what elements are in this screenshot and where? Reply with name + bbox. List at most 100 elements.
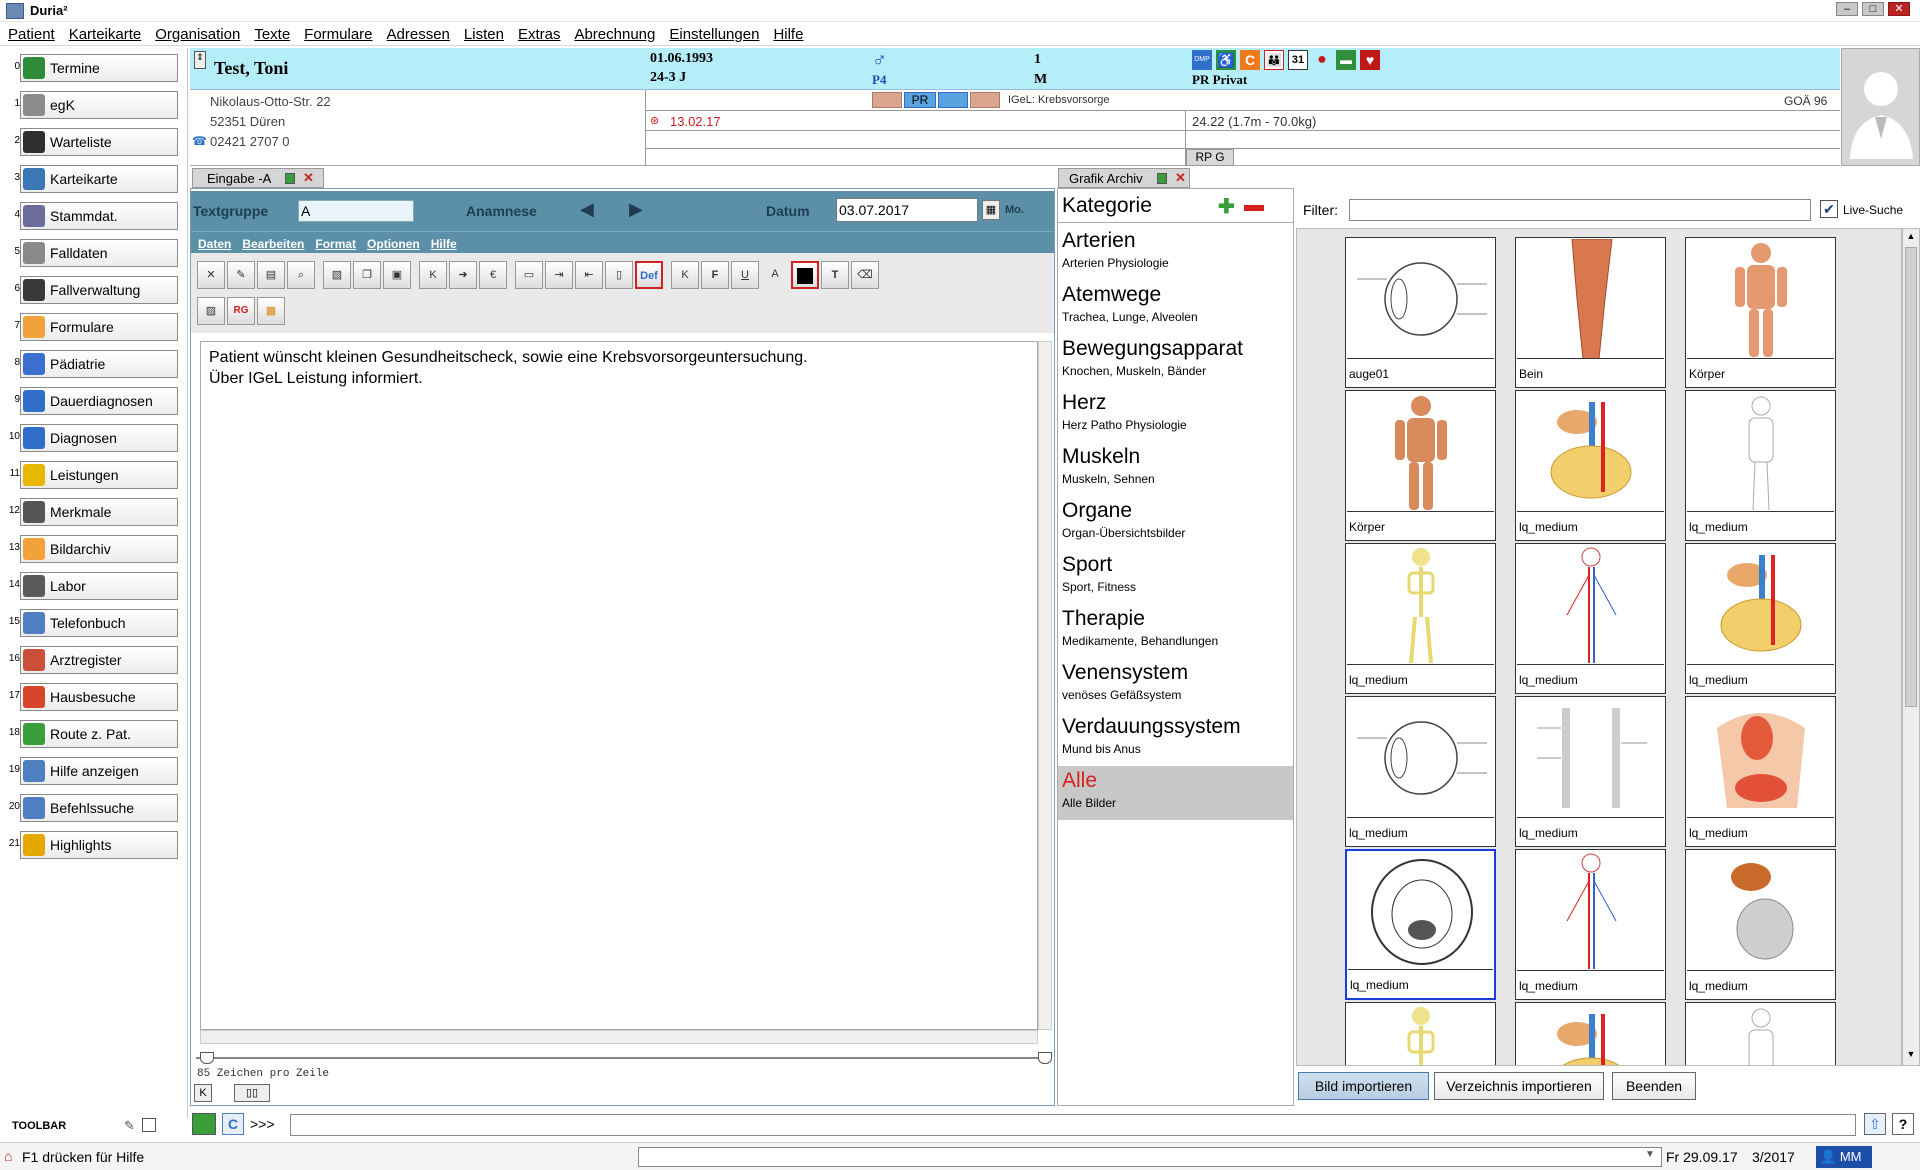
nav-button-18[interactable]: Route z. Pat. bbox=[20, 720, 178, 748]
thumbnail[interactable]: lq_medium bbox=[1685, 390, 1836, 541]
tab-eingabe[interactable]: Eingabe -A ✕ bbox=[192, 168, 324, 188]
text-t-button[interactable]: T bbox=[821, 261, 849, 289]
insert-icon[interactable]: ▤ bbox=[257, 261, 285, 289]
editor-horizontal-scrollbar[interactable] bbox=[200, 1030, 1038, 1044]
nav-button-21[interactable]: Highlights bbox=[20, 831, 178, 859]
scroll-up-icon[interactable]: ▲ bbox=[1905, 231, 1917, 243]
nav-button-3[interactable]: Karteikarte bbox=[20, 165, 178, 193]
bold-k-button[interactable]: K bbox=[671, 261, 699, 289]
underline-u-button[interactable]: U bbox=[731, 261, 759, 289]
textgruppe-input[interactable]: A bbox=[298, 200, 414, 222]
ruler-right-handle[interactable] bbox=[1038, 1052, 1052, 1064]
tab-blue-empty[interactable] bbox=[938, 92, 968, 108]
euro-icon[interactable]: € bbox=[479, 261, 507, 289]
nav-button-8[interactable]: Pädiatrie bbox=[20, 350, 178, 378]
search-doc-icon[interactable]: ⌕ bbox=[287, 261, 315, 289]
k-small-button[interactable]: K bbox=[194, 1084, 212, 1102]
category-item[interactable]: Venensystem venöses Gefäßsystem bbox=[1058, 658, 1293, 712]
thumbnail-scrollbar[interactable]: ▲ ▼ bbox=[1902, 228, 1920, 1066]
k-arrow-icon[interactable]: K bbox=[419, 261, 447, 289]
doc-new-icon[interactable]: ▭ bbox=[515, 261, 543, 289]
copy-icon[interactable]: ❐ bbox=[353, 261, 381, 289]
tab-red-empty[interactable] bbox=[872, 92, 902, 108]
tab-brown-empty[interactable] bbox=[970, 92, 1000, 108]
verzeichnis-importieren-button[interactable]: Verzeichnis importieren bbox=[1434, 1072, 1604, 1100]
menu-einstellungen[interactable]: Einstellungen bbox=[669, 26, 759, 43]
thumbnail[interactable]: lq_medium bbox=[1345, 696, 1496, 847]
category-item[interactable]: Alle Alle Bilder bbox=[1058, 766, 1293, 820]
thumbnail[interactable]: Körper bbox=[1345, 390, 1496, 541]
nav-button-4[interactable]: Stammdat. bbox=[20, 202, 178, 230]
columns-button[interactable]: ▯▯ bbox=[234, 1084, 270, 1102]
menu-adressen[interactable]: Adressen bbox=[387, 26, 450, 43]
thumbnail[interactable]: lq_medium bbox=[1515, 390, 1666, 541]
nav-button-2[interactable]: Warteliste bbox=[20, 128, 178, 156]
thumbnail[interactable]: lq_medium bbox=[1685, 543, 1836, 694]
thumbnail[interactable]: auge01 bbox=[1345, 237, 1496, 388]
rg-button[interactable]: RG bbox=[227, 297, 255, 325]
prev-arrow-icon[interactable]: ◀ bbox=[580, 199, 594, 220]
color-black-button[interactable] bbox=[791, 261, 819, 289]
thumbnail[interactable] bbox=[1345, 1002, 1496, 1065]
paste-icon[interactable]: ▣ bbox=[383, 261, 411, 289]
bold-f-button[interactable]: F bbox=[701, 261, 729, 289]
add-category-icon[interactable]: ✚ bbox=[1218, 194, 1235, 219]
tab-close-icon[interactable]: ✕ bbox=[303, 170, 314, 186]
category-item[interactable]: Sport Sport, Fitness bbox=[1058, 550, 1293, 604]
bed-icon[interactable]: ▬ bbox=[1336, 50, 1356, 70]
thumbnail[interactable]: Bein bbox=[1515, 237, 1666, 388]
menu-texte[interactable]: Texte bbox=[254, 26, 290, 43]
editor-menu-bearbeiten[interactable]: Bearbeiten bbox=[242, 237, 304, 251]
status-combo-arrow-icon[interactable]: ▼ bbox=[1645, 1149, 1655, 1160]
c-badge-icon[interactable]: C bbox=[1240, 50, 1260, 70]
datum-input[interactable]: 03.07.2017 bbox=[836, 198, 978, 222]
next-arrow-icon[interactable]: ▶ bbox=[629, 199, 643, 220]
menu-organisation[interactable]: Organisation bbox=[155, 26, 240, 43]
command-input[interactable] bbox=[290, 1114, 1856, 1136]
nav-button-12[interactable]: Merkmale bbox=[20, 498, 178, 526]
doc-export-icon[interactable]: ⇤ bbox=[575, 261, 603, 289]
wrench-icon[interactable]: ✎ bbox=[124, 1118, 135, 1134]
close-window-button[interactable]: ✕ bbox=[1888, 2, 1910, 16]
menu-abrechnung[interactable]: Abrechnung bbox=[574, 26, 655, 43]
nav-button-14[interactable]: Labor bbox=[20, 572, 178, 600]
status-combo[interactable] bbox=[638, 1147, 1662, 1167]
thumbnail[interactable]: lq_medium bbox=[1345, 543, 1496, 694]
font-a-button[interactable]: A bbox=[761, 261, 789, 289]
nav-button-0[interactable]: Termine bbox=[20, 54, 178, 82]
scroll-down-icon[interactable]: ▼ bbox=[1905, 1049, 1917, 1061]
thumbnail[interactable]: lq_medium bbox=[1515, 849, 1666, 1000]
category-item[interactable]: Atemwege Trachea, Lunge, Alveolen bbox=[1058, 280, 1293, 334]
editor-vertical-scrollbar[interactable] bbox=[1038, 341, 1052, 1030]
nav-button-10[interactable]: Diagnosen bbox=[20, 424, 178, 452]
toolbar-toggle-checkbox[interactable] bbox=[142, 1118, 156, 1132]
thumbnail[interactable]: Körper bbox=[1685, 237, 1836, 388]
category-item[interactable]: Organe Organ-Übersichtsbilder bbox=[1058, 496, 1293, 550]
nav-button-7[interactable]: Formulare bbox=[20, 313, 178, 341]
upload-icon[interactable]: ⇧ bbox=[1864, 1113, 1886, 1135]
refresh-icon[interactable]: C bbox=[222, 1113, 244, 1135]
tab-grafik-archiv[interactable]: Grafik Archiv ✕ bbox=[1058, 168, 1190, 188]
editor-menu-hilfe[interactable]: Hilfe bbox=[431, 237, 457, 251]
arrow-star-icon[interactable]: ➜ bbox=[449, 261, 477, 289]
category-item[interactable]: Verdauungssystem Mund bis Anus bbox=[1058, 712, 1293, 766]
thumbnail[interactable]: lq_medium bbox=[1685, 849, 1836, 1000]
rpg-tab[interactable]: RP G bbox=[1186, 149, 1234, 166]
calendar-icon[interactable]: 31 bbox=[1288, 50, 1308, 70]
nav-button-1[interactable]: egK bbox=[20, 91, 178, 119]
thumbnail[interactable] bbox=[1685, 1002, 1836, 1065]
thumbnail[interactable] bbox=[1515, 1002, 1666, 1065]
thumbnail[interactable]: lq_medium bbox=[1685, 696, 1836, 847]
editor-menu-format[interactable]: Format bbox=[315, 237, 356, 251]
nav-button-9[interactable]: Dauerdiagnosen bbox=[20, 387, 178, 415]
blood-drop-icon[interactable]: ● bbox=[1312, 50, 1332, 70]
image-edit-icon[interactable]: ▧ bbox=[323, 261, 351, 289]
category-item[interactable]: Therapie Medikamente, Behandlungen bbox=[1058, 604, 1293, 658]
def-button[interactable]: Def bbox=[635, 261, 663, 289]
nav-button-11[interactable]: Leistungen bbox=[20, 461, 178, 489]
editor-menu-daten[interactable]: Daten bbox=[198, 237, 231, 251]
menu-patient[interactable]: Patient bbox=[8, 26, 55, 43]
minimize-button[interactable]: – bbox=[1836, 2, 1858, 16]
text-editor[interactable]: Patient wünscht kleinen Gesundheitscheck… bbox=[200, 341, 1038, 1030]
grafik-tab-close-icon[interactable]: ✕ bbox=[1175, 170, 1186, 186]
